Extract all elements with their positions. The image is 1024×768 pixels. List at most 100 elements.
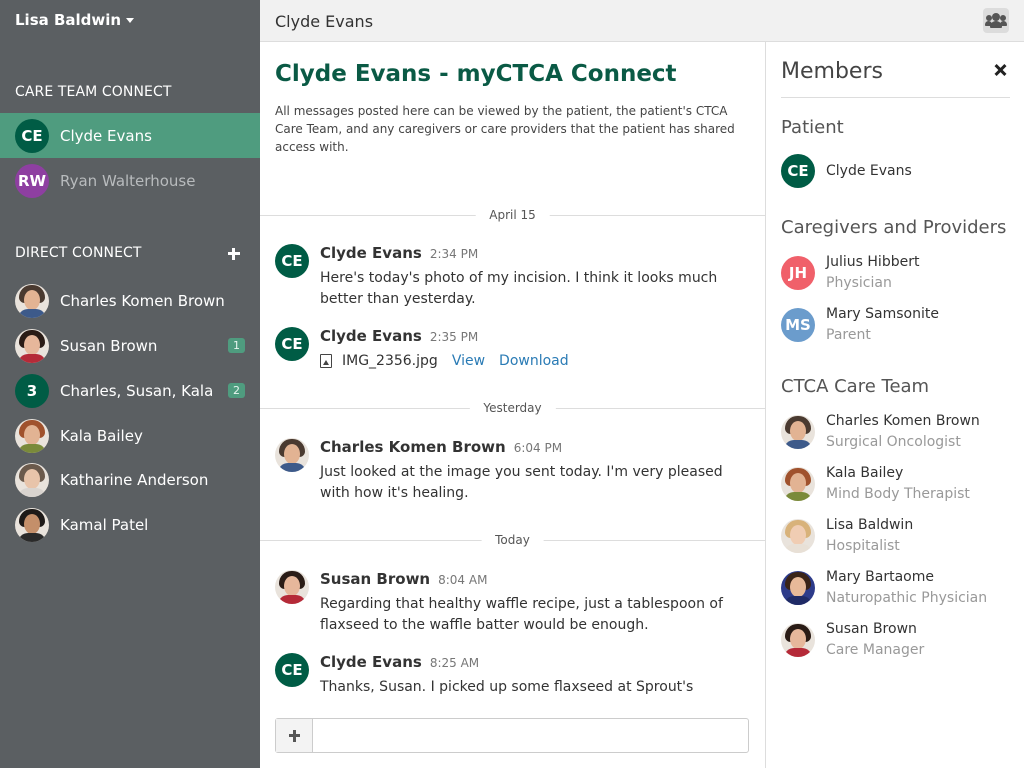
sidebar-item-clyde-evans[interactable]: CE Clyde Evans	[0, 113, 260, 158]
message-text: Here's today's photo of my incision. I t…	[320, 270, 718, 307]
add-icon[interactable]	[227, 247, 241, 261]
group-title-care-team: CTCA Care Team	[781, 376, 930, 397]
member-name: Susan Brown	[826, 621, 917, 637]
member-item[interactable]: Lisa Baldwin Hospitalist	[781, 517, 1011, 557]
sidebar-item-label: Katharine Anderson	[60, 470, 209, 489]
sidebar-item-label: Charles Komen Brown	[60, 291, 225, 310]
members-panel: Members Patient CE Clyde Evans Caregiver…	[765, 42, 1024, 768]
member-item[interactable]: Susan Brown Care Manager	[781, 621, 1011, 661]
avatar	[15, 283, 49, 318]
unread-badge: 2	[228, 383, 245, 398]
member-role: Care Manager	[826, 642, 925, 658]
caret-down-icon	[126, 18, 135, 23]
member-role: Mind Body Therapist	[826, 486, 970, 502]
message-author: Clyde Evans	[320, 653, 422, 671]
user-menu[interactable]: Lisa Baldwin	[15, 11, 135, 29]
unread-badge: 1	[228, 338, 245, 353]
sidebar: Lisa Baldwin CARE TEAM CONNECT CE Clyde …	[0, 0, 260, 768]
member-item[interactable]: Kala Bailey Mind Body Therapist	[781, 465, 1011, 505]
attach-button[interactable]	[276, 719, 313, 752]
message-text: Just looked at the image you sent today.…	[320, 464, 723, 501]
date-divider: Yesterday	[260, 401, 765, 415]
member-name: Kala Bailey	[826, 465, 904, 481]
sidebar-item-group-chat[interactable]: 3 Charles, Susan, Kala 2	[0, 368, 260, 413]
avatar: 3	[15, 373, 49, 408]
sidebar-item-kamal-patel[interactable]: Kamal Patel	[0, 502, 260, 547]
avatar: CE	[275, 327, 309, 361]
avatar	[15, 418, 49, 453]
avatar: CE	[275, 244, 309, 278]
avatar	[781, 519, 815, 553]
message-time: 8:04 AM	[438, 573, 488, 587]
sidebar-item-label: Susan Brown	[60, 336, 158, 355]
avatar	[781, 623, 815, 657]
members-toggle-button[interactable]	[983, 8, 1009, 33]
avatar	[275, 570, 309, 604]
member-role: Hospitalist	[826, 538, 900, 554]
message-time: 2:35 PM	[429, 330, 479, 344]
date-divider: Today	[260, 533, 765, 547]
avatar	[15, 328, 49, 363]
message-author: Clyde Evans	[320, 244, 422, 262]
image-file-icon	[320, 354, 332, 368]
date-label: April 15	[475, 208, 550, 222]
avatar	[781, 467, 815, 501]
avatar	[15, 462, 49, 497]
sidebar-item-charles-komen-brown[interactable]: Charles Komen Brown	[0, 278, 260, 323]
date-label: Today	[481, 533, 544, 547]
date-divider: April 15	[260, 208, 765, 222]
divider	[781, 97, 1010, 98]
sidebar-item-label: Charles, Susan, Kala	[60, 381, 214, 400]
member-name: Clyde Evans	[826, 163, 912, 179]
message-time: 8:25 AM	[429, 656, 480, 670]
avatar	[781, 571, 815, 605]
member-item[interactable]: Mary Bartaome Naturopathic Physician	[781, 569, 1011, 609]
sidebar-item-katharine-anderson[interactable]: Katharine Anderson	[0, 457, 260, 502]
member-item[interactable]: CE Clyde Evans	[781, 152, 1011, 192]
download-link[interactable]: Download	[499, 353, 569, 369]
sidebar-item-susan-brown[interactable]: Susan Brown 1	[0, 323, 260, 368]
conversation-title: Clyde Evans	[275, 12, 374, 31]
message-text: Thanks, Susan. I picked up some flaxseed…	[320, 679, 694, 695]
date-label: Yesterday	[469, 401, 556, 415]
user-name: Lisa Baldwin	[15, 11, 122, 29]
avatar	[781, 415, 815, 449]
attachment-filename: IMG_2356.jpg	[342, 353, 438, 369]
member-item[interactable]: MS Mary Samsonite Parent	[781, 306, 1011, 346]
direct-connect-header: DIRECT CONNECT	[15, 245, 142, 261]
message-time: 2:34 PM	[429, 247, 479, 261]
avatar	[15, 507, 49, 542]
member-role: Naturopathic Physician	[826, 590, 988, 606]
member-item[interactable]: JH Julius Hibbert Physician	[781, 254, 1011, 294]
sidebar-item-ryan-walterhouse[interactable]: RW Ryan Walterhouse	[0, 158, 260, 203]
member-role: Surgical Oncologist	[826, 434, 961, 450]
member-name: Julius Hibbert	[826, 254, 920, 270]
member-name: Charles Komen Brown	[826, 413, 980, 429]
message-author: Charles Komen Brown	[320, 438, 506, 456]
view-link[interactable]: View	[452, 353, 485, 369]
attachment: IMG_2356.jpg View Download	[320, 353, 569, 369]
sidebar-item-label: Ryan Walterhouse	[60, 171, 196, 190]
member-name: Mary Samsonite	[826, 306, 939, 322]
chat-description: All messages posted here can be viewed b…	[275, 104, 735, 154]
message-text: Regarding that healthy waffle recipe, ju…	[320, 596, 723, 633]
member-role: Parent	[826, 327, 871, 343]
message-input[interactable]	[314, 719, 748, 752]
sidebar-item-kala-bailey[interactable]: Kala Bailey	[0, 413, 260, 458]
avatar: CE	[275, 653, 309, 687]
care-team-header: CARE TEAM CONNECT	[15, 84, 172, 100]
group-title-caregivers: Caregivers and Providers	[781, 217, 1007, 238]
member-name: Mary Bartaome	[826, 569, 934, 585]
member-role: Physician	[826, 275, 892, 291]
sidebar-item-label: Clyde Evans	[60, 126, 152, 145]
member-item[interactable]: Charles Komen Brown Surgical Oncologist	[781, 413, 1011, 453]
close-icon[interactable]	[994, 64, 1006, 76]
avatar: RW	[15, 163, 49, 198]
member-name: Lisa Baldwin	[826, 517, 914, 533]
topbar: Clyde Evans	[260, 0, 1024, 42]
message-time: 6:04 PM	[513, 441, 563, 455]
avatar	[275, 438, 309, 472]
avatar: CE	[781, 154, 815, 188]
group-title-patient: Patient	[781, 117, 844, 138]
avatar: CE	[15, 118, 49, 153]
